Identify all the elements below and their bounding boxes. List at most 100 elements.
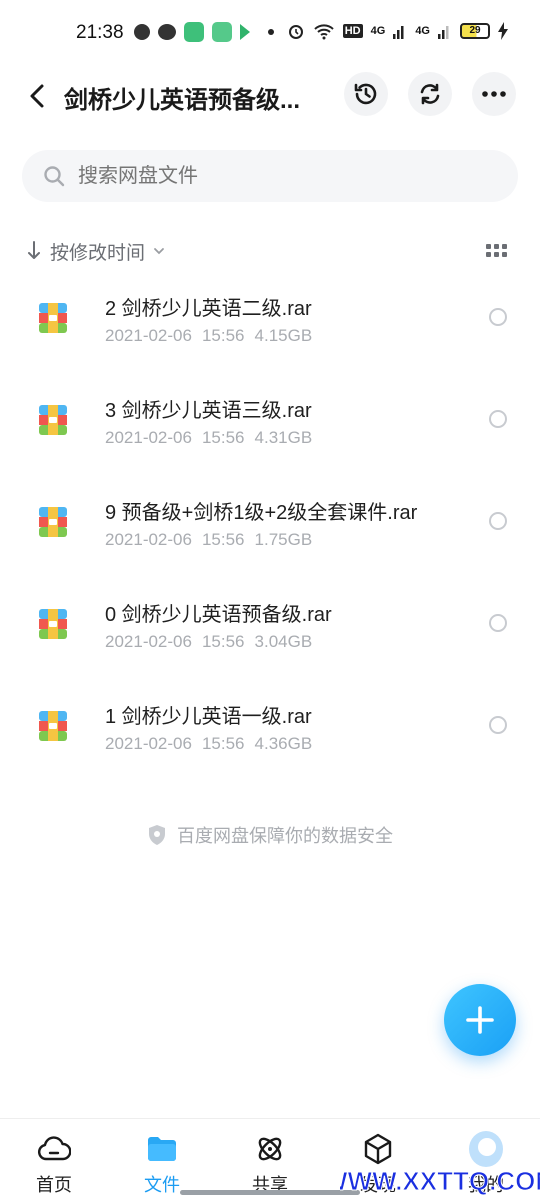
signal-4g-label-2: 4G [415,25,430,37]
file-meta: 2021-02-06 15:56 1.75GB [105,530,312,550]
signal-4g-label: 4G [370,25,386,37]
chevron-down-icon [154,248,164,255]
home-indicator[interactable] [180,1190,360,1195]
status-right: HD 4G 4G 29 [287,22,508,40]
file-date: 2021-02-06 [105,326,192,345]
file-size: 3.04GB [254,632,313,651]
rar-archive-icon [39,711,67,741]
back-arrow-icon [30,84,44,108]
rar-archive-icon [39,609,67,639]
battery-icon: 29 [460,23,490,39]
grid-icon-cell [494,244,499,249]
file-size: 4.36GB [254,734,313,753]
nav-label: 首页 [36,1175,72,1195]
search-box[interactable] [22,150,518,202]
sort-down-arrow-icon [28,241,40,259]
wifi-icon [314,24,334,40]
file-time: 15:56 [201,428,245,447]
status-bar: 21:38 HD 4G 4G 29 [0,0,540,68]
sort-selector[interactable]: 按修改时间 [26,236,165,266]
green-app-icon [184,22,204,42]
safety-note: 百度网盘保障你的数据安全 [0,822,540,848]
grid-view-toggle[interactable] [486,240,510,260]
header: 剑桥少儿英语预备级... [0,68,540,124]
safety-note-text: 百度网盘保障你的数据安全 [177,826,393,846]
file-row[interactable]: 1 剑桥少儿英语一级.rar 2021-02-06 15:56 4.36GB [0,688,540,790]
file-date: 2021-02-06 [105,530,192,549]
nav-item-home[interactable]: 首页 [0,1119,108,1200]
cube-icon [361,1133,395,1165]
file-time: 15:56 [201,734,245,753]
charging-icon [498,22,508,40]
sync-icon [420,83,440,105]
plus-icon [466,1006,494,1034]
file-name: 0 剑桥少儿英语预备级.rar [105,604,332,626]
nav-item-share[interactable]: 共享 [216,1119,324,1200]
file-date: 2021-02-06 [105,428,192,447]
shield-icon [149,825,165,845]
file-meta: 2021-02-06 15:56 4.15GB [105,326,312,346]
back-button[interactable] [22,78,52,114]
cloud-icon [37,1133,71,1165]
nav-label: 文件 [144,1175,180,1195]
watermark-logo: WWW.XXTTQ.COM [340,1166,540,1197]
video-app-icon [240,24,250,40]
more-button[interactable] [472,72,516,116]
nav-item-files[interactable]: 文件 [108,1119,216,1200]
file-name: 2 剑桥少儿英语二级.rar [105,298,312,320]
select-checkbox[interactable] [489,308,507,326]
grid-icon-cell [502,244,507,249]
history-icon [354,83,377,105]
file-time: 15:56 [201,326,245,345]
select-checkbox[interactable] [489,512,507,530]
grid-icon-cell [494,252,499,257]
file-date: 2021-02-06 [105,734,192,753]
file-row[interactable]: 3 剑桥少儿英语三级.rar 2021-02-06 15:56 4.31GB [0,382,540,484]
status-time: 21:38 [76,22,124,43]
file-row[interactable]: 9 预备级+剑桥1级+2级全套课件.rar 2021-02-06 15:56 1.7… [0,484,540,586]
notification-app-icon [134,24,150,40]
sync-button[interactable] [408,72,452,116]
search-input[interactable] [78,164,478,188]
select-checkbox[interactable] [489,410,507,428]
select-checkbox[interactable] [489,614,507,632]
file-meta: 2021-02-06 15:56 3.04GB [105,632,312,652]
watermark-text: WWW.XXTTQ.COM [340,1166,540,1196]
file-size: 1.75GB [254,530,313,549]
history-button[interactable] [344,72,388,116]
rar-archive-icon [39,405,67,435]
file-meta: 2021-02-06 15:56 4.31GB [105,428,312,448]
file-size: 4.31GB [254,428,313,447]
grid-icon-cell [486,244,491,249]
grid-icon-cell [502,252,507,257]
file-size: 4.15GB [254,326,313,345]
signal-icon-2 [438,26,449,39]
grid-icon-cell [486,252,491,257]
more-icon [482,91,506,97]
file-name: 3 剑桥少儿英语三级.rar [105,400,312,422]
wechat-icon [158,24,176,40]
folder-icon [145,1133,179,1165]
file-name: 1 剑桥少儿英语一级.rar [105,706,312,728]
file-list: 2 剑桥少儿英语二级.rar 2021-02-06 15:56 4.15GB 3 剑… [0,280,540,790]
signal-icon [393,26,404,39]
file-date: 2021-02-06 [105,632,192,651]
select-checkbox[interactable] [489,716,507,734]
rar-archive-icon [39,507,67,537]
file-row[interactable]: 2 剑桥少儿英语二级.rar 2021-02-06 15:56 4.15GB [0,280,540,382]
sort-label: 按修改时间 [50,242,146,264]
search-icon [44,166,65,187]
rar-archive-icon [39,303,67,333]
file-time: 15:56 [201,530,245,549]
file-time: 15:56 [201,632,245,651]
file-name: 9 预备级+剑桥1级+2级全套课件.rar [105,502,418,524]
file-row[interactable]: 0 剑桥少儿英语预备级.rar 2021-02-06 15:56 3.04GB [0,586,540,688]
add-button[interactable] [444,984,516,1056]
green-app-icon-2 [212,22,232,42]
hd-label: HD [342,24,363,38]
status-app-icons [134,22,274,42]
status-dot [268,29,274,35]
atom-icon [253,1133,287,1165]
file-meta: 2021-02-06 15:56 4.36GB [105,734,312,754]
avatar-icon [469,1131,503,1167]
